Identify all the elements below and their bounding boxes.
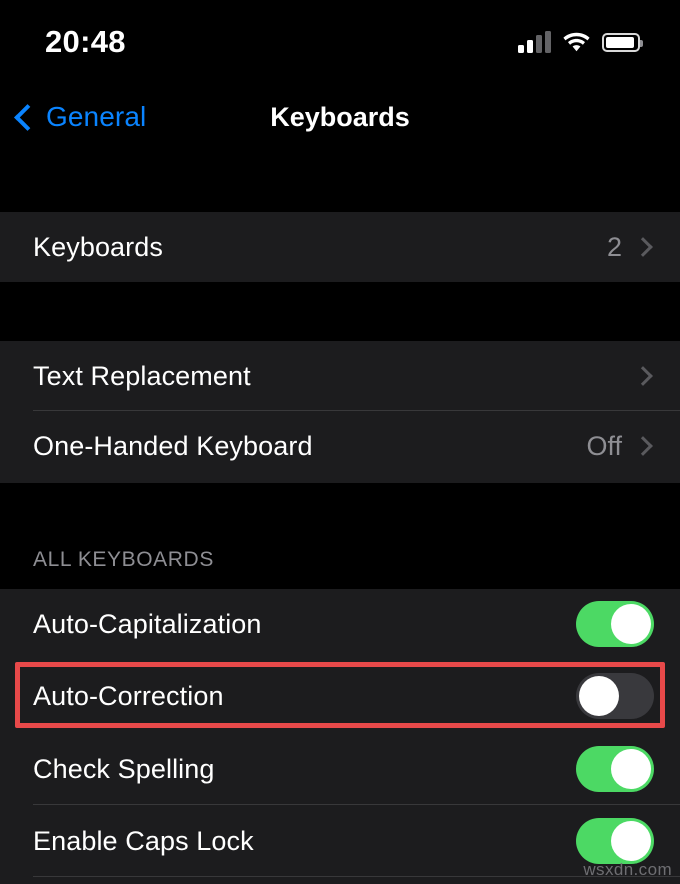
status-bar: 20:48 bbox=[0, 0, 680, 84]
status-bar-icons bbox=[518, 31, 643, 53]
row-label: Text Replacement bbox=[33, 360, 251, 391]
row-auto-correction[interactable]: Auto-Correction bbox=[0, 659, 680, 733]
cellular-signal-icon bbox=[518, 31, 551, 53]
watermark: wsxdn.com bbox=[583, 860, 672, 879]
status-bar-time: 20:48 bbox=[45, 24, 126, 59]
chevron-right-icon bbox=[633, 237, 653, 257]
row-check-spelling[interactable]: Check Spelling bbox=[0, 733, 680, 805]
row-enable-caps-lock[interactable]: Enable Caps Lock bbox=[0, 805, 680, 877]
settings-group-keyboards: Keyboards 2 bbox=[0, 212, 680, 282]
wifi-icon bbox=[563, 32, 590, 52]
row-accessory: 2 bbox=[607, 232, 654, 263]
page-title: Keyboards bbox=[270, 102, 410, 132]
row-label: One-Handed Keyboard bbox=[33, 430, 313, 461]
row-value: 2 bbox=[606, 231, 622, 262]
toggle-auto-capitalization[interactable] bbox=[576, 601, 654, 647]
toggle-check-spelling[interactable] bbox=[576, 746, 654, 792]
row-accessory bbox=[622, 366, 654, 386]
chevron-right-icon bbox=[633, 366, 653, 386]
row-value: Off bbox=[586, 430, 622, 461]
row-one-handed-keyboard[interactable]: One-Handed Keyboard Off bbox=[0, 411, 680, 481]
settings-group-text: Text Replacement One-Handed Keyboard Off bbox=[0, 341, 680, 483]
toggle-enable-caps-lock[interactable] bbox=[576, 818, 654, 864]
row-label: Check Spelling bbox=[33, 753, 215, 784]
battery-icon bbox=[602, 32, 643, 52]
row-label: Auto-Capitalization bbox=[33, 608, 262, 639]
row-accessory: Off bbox=[586, 431, 654, 462]
section-header-all-keyboards: ALL KEYBOARDS bbox=[33, 548, 214, 571]
row-text-replacement[interactable]: Text Replacement bbox=[0, 341, 680, 411]
chevron-right-icon bbox=[633, 436, 653, 456]
navigation-bar: General Keyboards bbox=[0, 84, 680, 150]
row-keyboards[interactable]: Keyboards 2 bbox=[0, 212, 680, 282]
toggle-auto-correction[interactable] bbox=[576, 673, 654, 719]
row-label: Enable Caps Lock bbox=[33, 825, 254, 856]
settings-group-all-keyboards: Auto-Capitalization Auto-Correction Chec… bbox=[0, 589, 680, 884]
row-label: Keyboards bbox=[33, 231, 163, 262]
row-label: Auto-Correction bbox=[33, 680, 224, 711]
row-auto-capitalization[interactable]: Auto-Capitalization bbox=[0, 589, 680, 659]
